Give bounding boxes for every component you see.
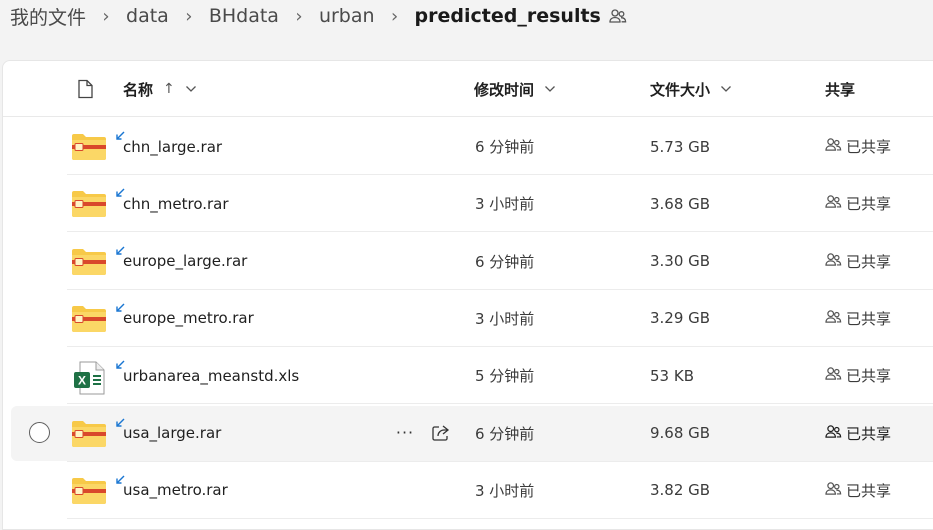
file-sharing[interactable]: 已共享 [825,347,891,404]
file-modified: 3 小时前 [475,481,535,500]
column-header-size[interactable]: 文件大小 [650,61,732,117]
archive-file-icon [71,476,107,506]
file-size: 3.29 GB [650,309,711,328]
archive-file-icon [71,419,107,449]
file-sharing[interactable]: 已共享 [825,233,891,290]
file-name[interactable]: urbanarea_meanstd.xls [123,347,299,404]
file-size: 9.68 GB [650,424,711,442]
file-name[interactable]: chn_metro.rar [123,175,229,232]
file-sharing[interactable]: 已共享 [825,290,891,347]
file-sharing[interactable]: 已共享 [825,175,891,232]
file-modified: 6 分钟前 [475,138,535,156]
file-sharing-label: 已共享 [846,481,892,500]
column-modified-label: 修改时间 [474,80,535,99]
file-size: 5.73 GB [650,137,711,156]
excel-file-icon: X [71,361,107,395]
file-type-column-icon[interactable] [77,61,94,117]
file-list-panel: 名称 ↑ 修改时间 文件大小 共享 chn_large.rar 6 分钟前 5.… [2,60,933,530]
file-name[interactable]: europe_large.rar [123,233,247,290]
archive-file-icon [71,304,107,334]
shared-people-icon [825,481,846,500]
breadcrumb-item-urban[interactable]: urban [319,5,375,27]
file-modified: 3 小时前 [475,195,535,214]
breadcrumb-item-current[interactable]: predicted_results [415,5,601,27]
file-sharing[interactable]: 已共享 [825,405,891,462]
archive-file-icon [71,189,107,219]
file-sharing-label: 已共享 [846,309,892,328]
file-row[interactable]: usa_large.rar ··· 6 分钟前 9.68 GB 已共享 [3,405,933,462]
chevron-down-icon[interactable] [720,85,732,93]
file-row[interactable]: europe_metro.rar 3 小时前 3.29 GB 已共享 [3,290,933,347]
column-name-label: 名称 [123,80,154,99]
file-size: 3.30 GB [650,252,711,271]
column-header-name[interactable]: 名称 ↑ [123,61,197,117]
chevron-down-icon[interactable] [544,85,556,93]
file-sharing-label: 已共享 [846,138,892,156]
chevron-down-icon[interactable] [185,85,197,93]
sort-ascending-icon: ↑ [163,81,175,97]
breadcrumb: 我的文件 › data › BHdata › urban › predicted… [0,0,627,32]
column-header-row: 名称 ↑ 修改时间 文件大小 共享 [3,61,933,117]
column-header-sharing[interactable]: 共享 [825,61,855,117]
file-row[interactable]: X urbanarea_meanstd.xls 5 分钟前 53 KB 已共享 [3,347,933,405]
file-sharing-label: 已共享 [846,424,892,443]
file-modified: 6 分钟前 [475,424,535,443]
breadcrumb-item-my-files[interactable]: 我的文件 [10,3,86,30]
shared-people-icon [825,137,846,156]
file-sharing[interactable]: 已共享 [825,118,891,175]
breadcrumb-separator: › [102,5,110,27]
file-row[interactable]: chn_large.rar 6 分钟前 5.73 GB 已共享 [3,118,933,175]
file-name[interactable]: europe_metro.rar [123,290,254,347]
file-sharing-label: 已共享 [846,367,892,386]
breadcrumb-item-data[interactable]: data [126,5,169,27]
shared-people-icon [609,8,627,24]
file-name[interactable]: usa_large.rar [123,405,221,462]
shared-people-icon [825,252,846,271]
shared-people-icon [825,194,846,213]
breadcrumb-separator: › [295,5,303,27]
file-name[interactable]: usa_metro.rar [123,462,228,519]
column-size-label: 文件大小 [650,80,711,99]
breadcrumb-separator: › [185,5,193,27]
archive-file-icon [71,132,107,162]
file-size: 3.68 GB [650,194,711,213]
file-modified: 3 小时前 [475,309,535,328]
shared-people-icon [825,424,846,443]
file-sharing[interactable]: 已共享 [825,462,891,519]
file-sharing-label: 已共享 [846,252,892,271]
share-icon[interactable] [429,421,453,445]
shared-people-icon [825,366,846,385]
column-sharing-label: 共享 [825,80,856,99]
file-name[interactable]: chn_large.rar [123,118,222,175]
file-size: 3.82 GB [650,481,711,500]
row-select-checkbox[interactable] [29,421,50,443]
shared-people-icon [825,309,846,328]
file-size: 53 KB [650,366,694,385]
file-modified: 5 分钟前 [475,367,535,386]
file-sharing-label: 已共享 [846,195,892,214]
archive-file-icon [71,247,107,277]
column-header-modified[interactable]: 修改时间 [474,61,556,117]
breadcrumb-separator: › [390,5,399,27]
file-row[interactable]: usa_metro.rar 3 小时前 3.82 GB 已共享 [3,462,933,519]
more-actions-button[interactable]: ··· [393,422,417,444]
file-modified: 6 分钟前 [475,252,535,271]
breadcrumb-item-bhdata[interactable]: BHdata [209,5,279,27]
svg-text:X: X [78,374,86,388]
row-divider [67,517,933,519]
file-row[interactable]: europe_large.rar 6 分钟前 3.30 GB 已共享 [3,233,933,290]
file-row[interactable]: chn_metro.rar 3 小时前 3.68 GB 已共享 [3,175,933,233]
